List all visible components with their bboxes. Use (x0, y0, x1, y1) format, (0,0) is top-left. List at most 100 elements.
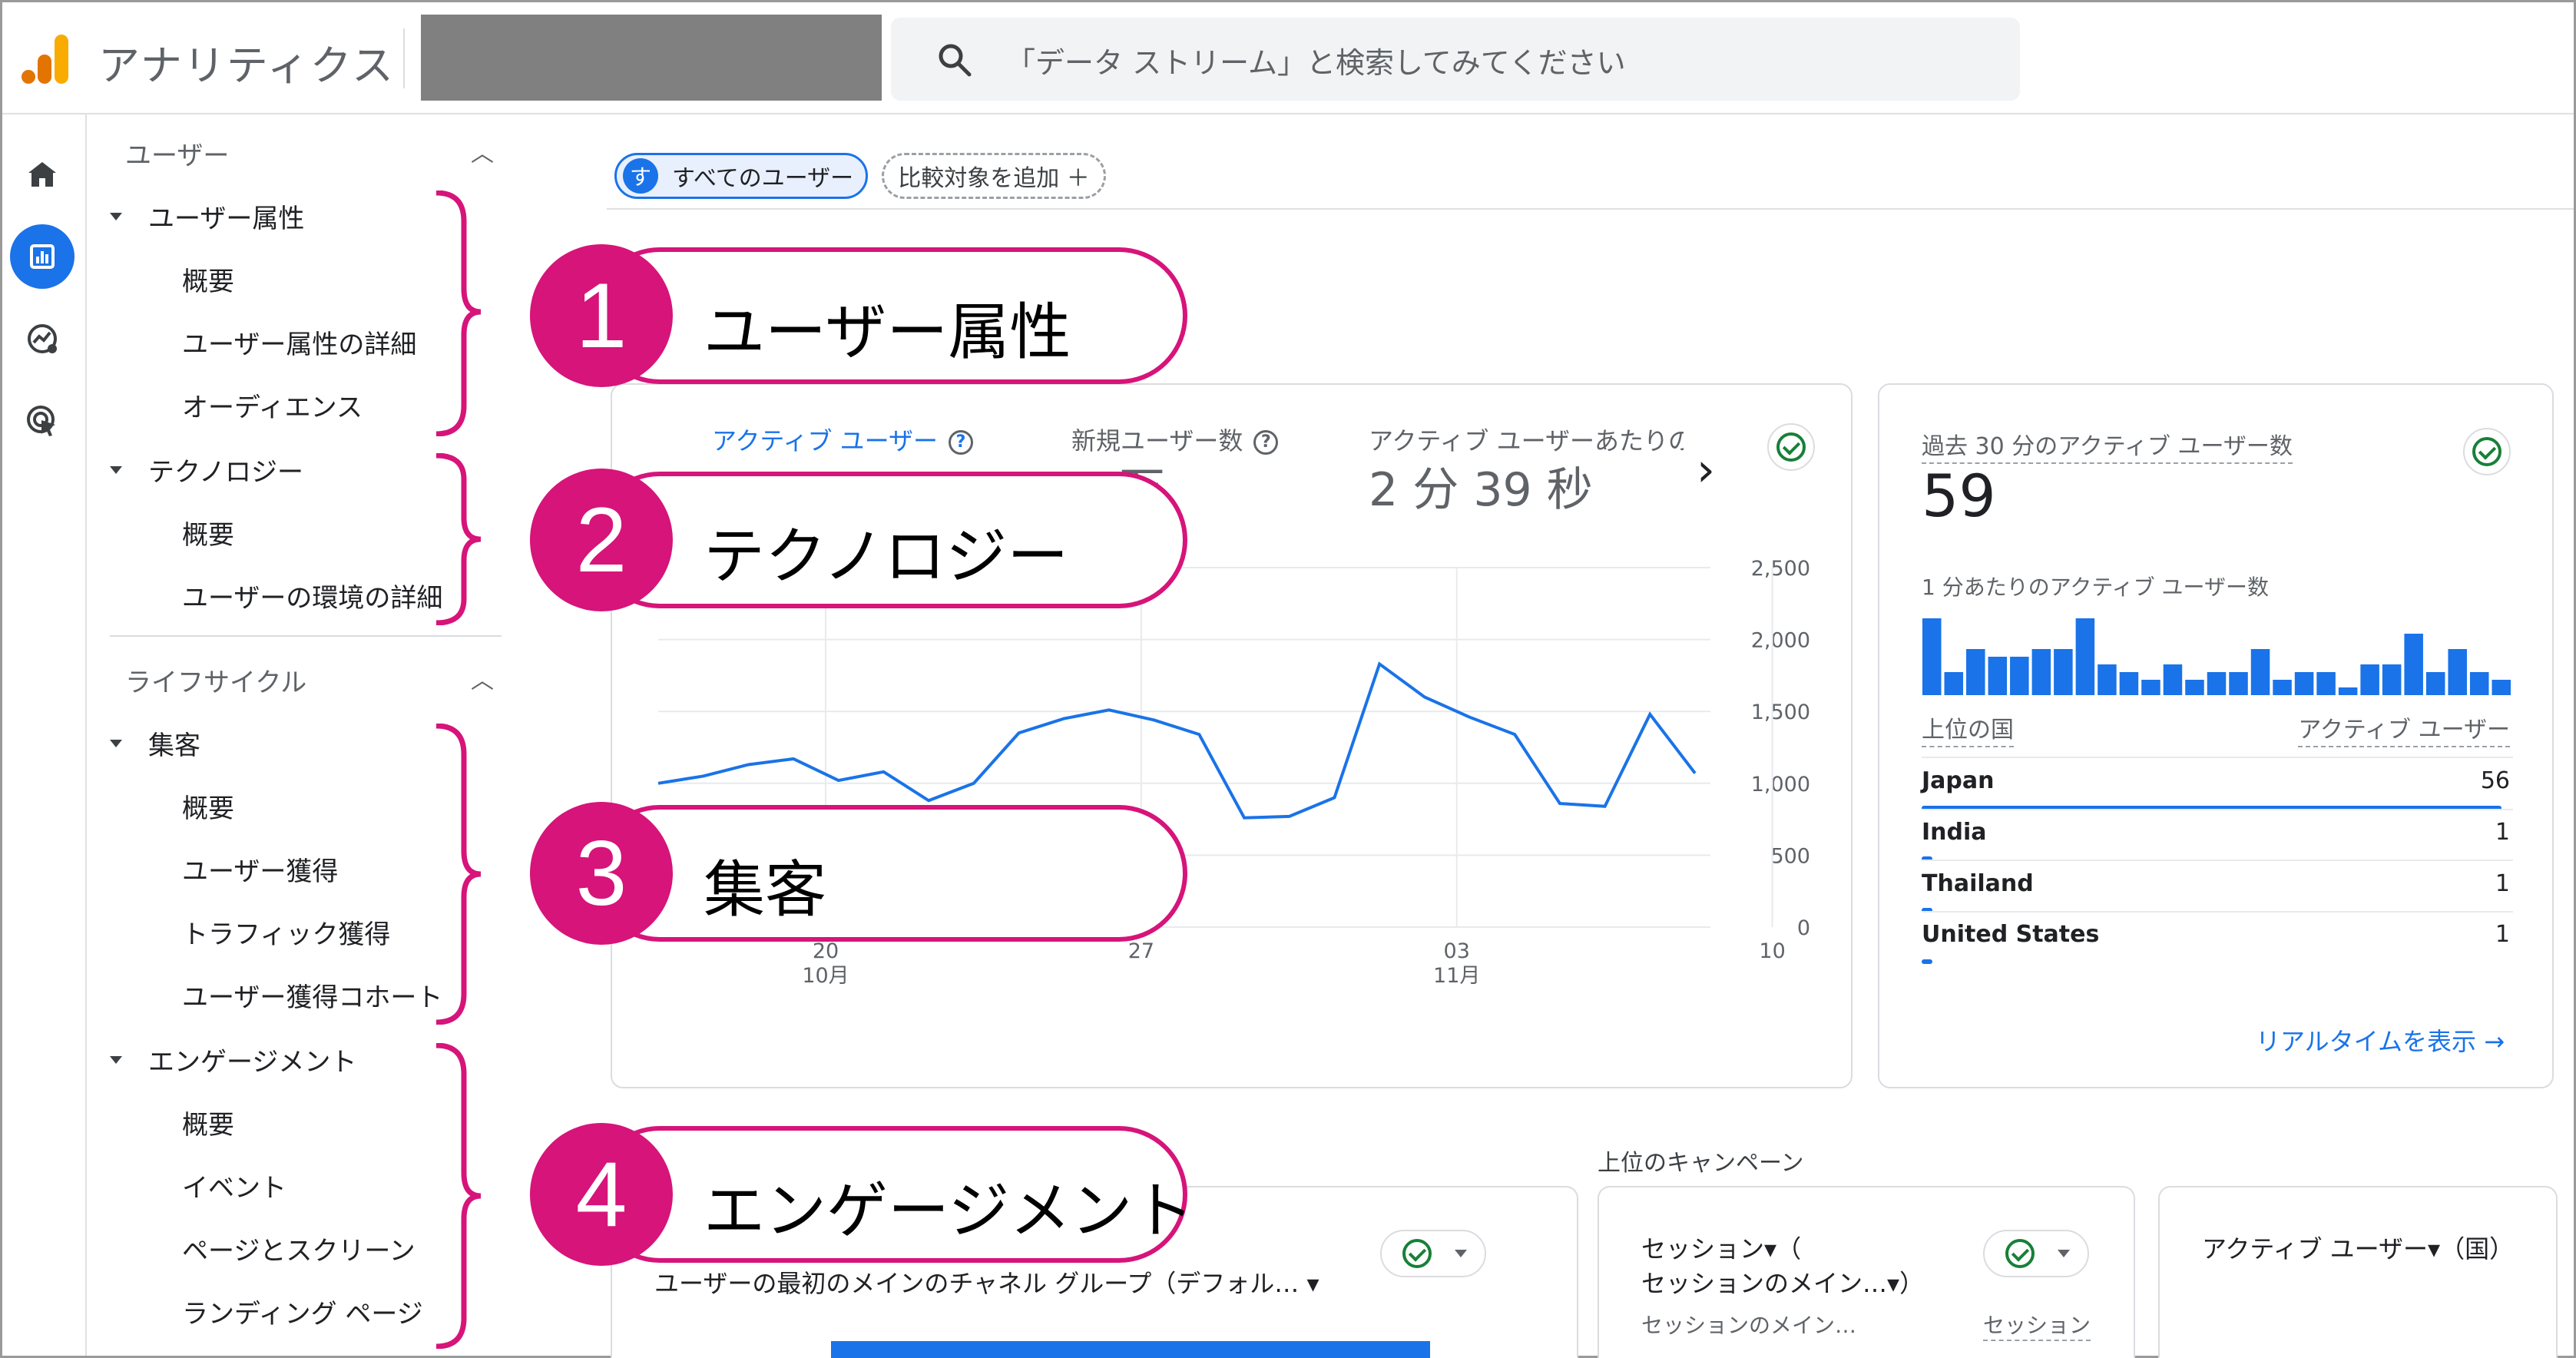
account-selector-redacted[interactable] (421, 15, 882, 101)
realtime-title: 過去 30 分のアクティブ ユーザー数 (1922, 427, 2293, 464)
callout-label: テクノロジー (704, 521, 1069, 592)
rail-home-button[interactable] (10, 142, 74, 207)
segment-avatar: す (623, 158, 658, 194)
nav-group-label: ユーザー属性 (148, 204, 305, 234)
callout-number: 1 (530, 244, 673, 387)
header-divider (403, 28, 405, 88)
sessions-metric-dropdown[interactable]: セッション▾（ (1641, 1230, 1801, 1265)
row-divider (1922, 757, 2513, 758)
nav-item-demographics-overview[interactable]: 概要 (182, 260, 234, 298)
top-campaigns-title: 上位のキャンペーン (1598, 1150, 1804, 1177)
minute-bar (2316, 672, 2336, 695)
filter-divider (607, 208, 2574, 210)
check-circle-icon (2472, 437, 2502, 466)
realtime-count: 59 (1922, 462, 1996, 530)
rail-advertising-button[interactable] (10, 389, 74, 453)
country-users: 1 (2495, 870, 2510, 897)
callout-engagement: 4 エンゲージメント (530, 1123, 1194, 1266)
nav-group-acquisition[interactable]: 集客 (110, 724, 200, 762)
minute-bar (2492, 680, 2511, 695)
search-bar[interactable]: 「データ ストリーム」と検索してみてください (891, 18, 2020, 101)
channel-quality-dropdown[interactable] (1380, 1230, 1486, 1277)
minute-bar (2054, 649, 2073, 695)
campaign-quality-dropdown[interactable] (1983, 1230, 2089, 1277)
callout-pill (591, 805, 1187, 942)
nav-group-tech[interactable]: テクノロジー (110, 451, 303, 489)
caret-down-icon (110, 465, 122, 474)
rail-explore-button[interactable] (10, 306, 74, 371)
nav-item-acq-overview[interactable]: 概要 (182, 787, 234, 825)
row-divider (1922, 860, 2513, 861)
nav-section-lifecycle[interactable]: ライフサイクル (125, 661, 306, 699)
check-circle-icon (2005, 1239, 2035, 1268)
series-line (657, 661, 1697, 820)
x-tick-day: 03 (1444, 939, 1470, 963)
realtime-quality-badge[interactable] (2463, 428, 2511, 475)
minute-bar (2010, 657, 2029, 695)
y-tick-label: 2,500 (1751, 557, 1810, 581)
callout-number: 2 (530, 469, 673, 611)
rail-reports-button[interactable] (10, 224, 74, 289)
col-country-header: 上位の国 (1922, 710, 2014, 747)
nav-section-users[interactable]: ユーザー (125, 134, 229, 172)
nav-item-landing-page[interactable]: ランディング ページ (182, 1293, 423, 1330)
home-icon (28, 162, 56, 187)
nav-item-demographics-details[interactable]: ユーザー属性の詳細 (182, 323, 416, 361)
bracket-tech (435, 453, 482, 625)
nav-item-acquisition-cohort[interactable]: ユーザー獲得コホート (182, 976, 442, 1014)
minute-bar (2469, 672, 2489, 695)
x-tick-day: 10 (1759, 939, 1785, 963)
check-circle-icon (1402, 1239, 1432, 1268)
callout-tech: 2 テクノロジー (530, 469, 1190, 611)
top-header: アナリティクス 「データ ストリーム」と検索してみてください (2, 2, 2574, 114)
bracket-demographics (435, 190, 482, 436)
view-realtime-link[interactable]: リアルタイムを表示 → (2256, 1022, 2505, 1058)
minute-bar (1966, 649, 1985, 695)
campaigns-card: セッション▾（ セッションのメイン…▾） セッションのメイン… セッション (1598, 1186, 2135, 1358)
left-rail (2, 114, 87, 1356)
minute-bar (2250, 649, 2270, 695)
minute-bar (2404, 634, 2423, 695)
callout-label: エンゲージメント (704, 1175, 1194, 1247)
nav-item-user-acquisition[interactable]: ユーザー獲得 (182, 850, 338, 888)
x-tick-month: 10月 (802, 964, 849, 988)
callout-label: ユーザー属性 (704, 296, 1071, 368)
nav-item-events[interactable]: イベント (182, 1167, 286, 1204)
check-wrap (2002, 1236, 2038, 1271)
nav-group-engagement[interactable]: エンゲージメント (110, 1041, 356, 1078)
y-tick-label: 2,000 (1751, 629, 1810, 653)
bracket-engagement (435, 1043, 482, 1349)
minute-bar (2425, 672, 2445, 695)
all-users-chip[interactable]: す すべてのユーザー (614, 153, 868, 199)
realtime-card: 過去 30 分のアクティブ ユーザー数 59 1 分あたりのアクティブ ユーザー… (1878, 383, 2554, 1088)
country-users: 56 (2480, 767, 2510, 794)
country-name: India (1922, 819, 1987, 846)
per-minute-label: 1 分あたりのアクティブ ユーザー数 (1922, 575, 2269, 600)
analytics-logo-icon[interactable] (19, 31, 71, 87)
nav-item-traffic-acquisition[interactable]: トラフィック獲得 (182, 913, 390, 951)
add-comparison-button[interactable]: 比較対象を追加 ＋ (882, 153, 1106, 199)
nav-item-pages-screens[interactable]: ページとスクリーン (182, 1230, 416, 1267)
check-wrap (1399, 1236, 1435, 1271)
nav-item-tech-overview[interactable]: 概要 (182, 514, 234, 551)
explore-trend-icon (28, 324, 57, 353)
nav-group-demographics[interactable]: ユーザー属性 (110, 197, 304, 235)
collapse-lifecycle-icon[interactable]: ︿ (471, 661, 494, 695)
minute-bar (2207, 672, 2227, 695)
nav-item-eng-overview[interactable]: 概要 (182, 1104, 234, 1141)
nav-item-audiences[interactable]: オーディエンス (182, 386, 363, 424)
country-users: 1 (2495, 819, 2510, 846)
country-name: United States (1922, 921, 2100, 948)
minute-bar (1988, 657, 2008, 695)
country-metric-dropdown[interactable]: アクティブ ユーザー▾（国） (2202, 1230, 2514, 1265)
minute-bar (2119, 672, 2139, 695)
minute-bar (2273, 680, 2292, 695)
col-users-header: アクティブ ユーザー (2298, 710, 2510, 747)
sessions-dimension-dropdown[interactable]: セッションのメイン…▾） (1641, 1264, 1924, 1300)
minute-bar (2382, 664, 2402, 695)
channel-group-dropdown[interactable]: ユーザーの最初のメインのチャネル グループ（デフォル… ▾ (654, 1264, 1319, 1300)
dropdown-arrow-icon (2058, 1250, 2070, 1257)
collapse-users-icon[interactable]: ︿ (471, 134, 494, 168)
all-users-label: すべてのユーザー (672, 165, 854, 192)
nav-item-tech-details[interactable]: ユーザーの環境の詳細 (182, 577, 442, 614)
